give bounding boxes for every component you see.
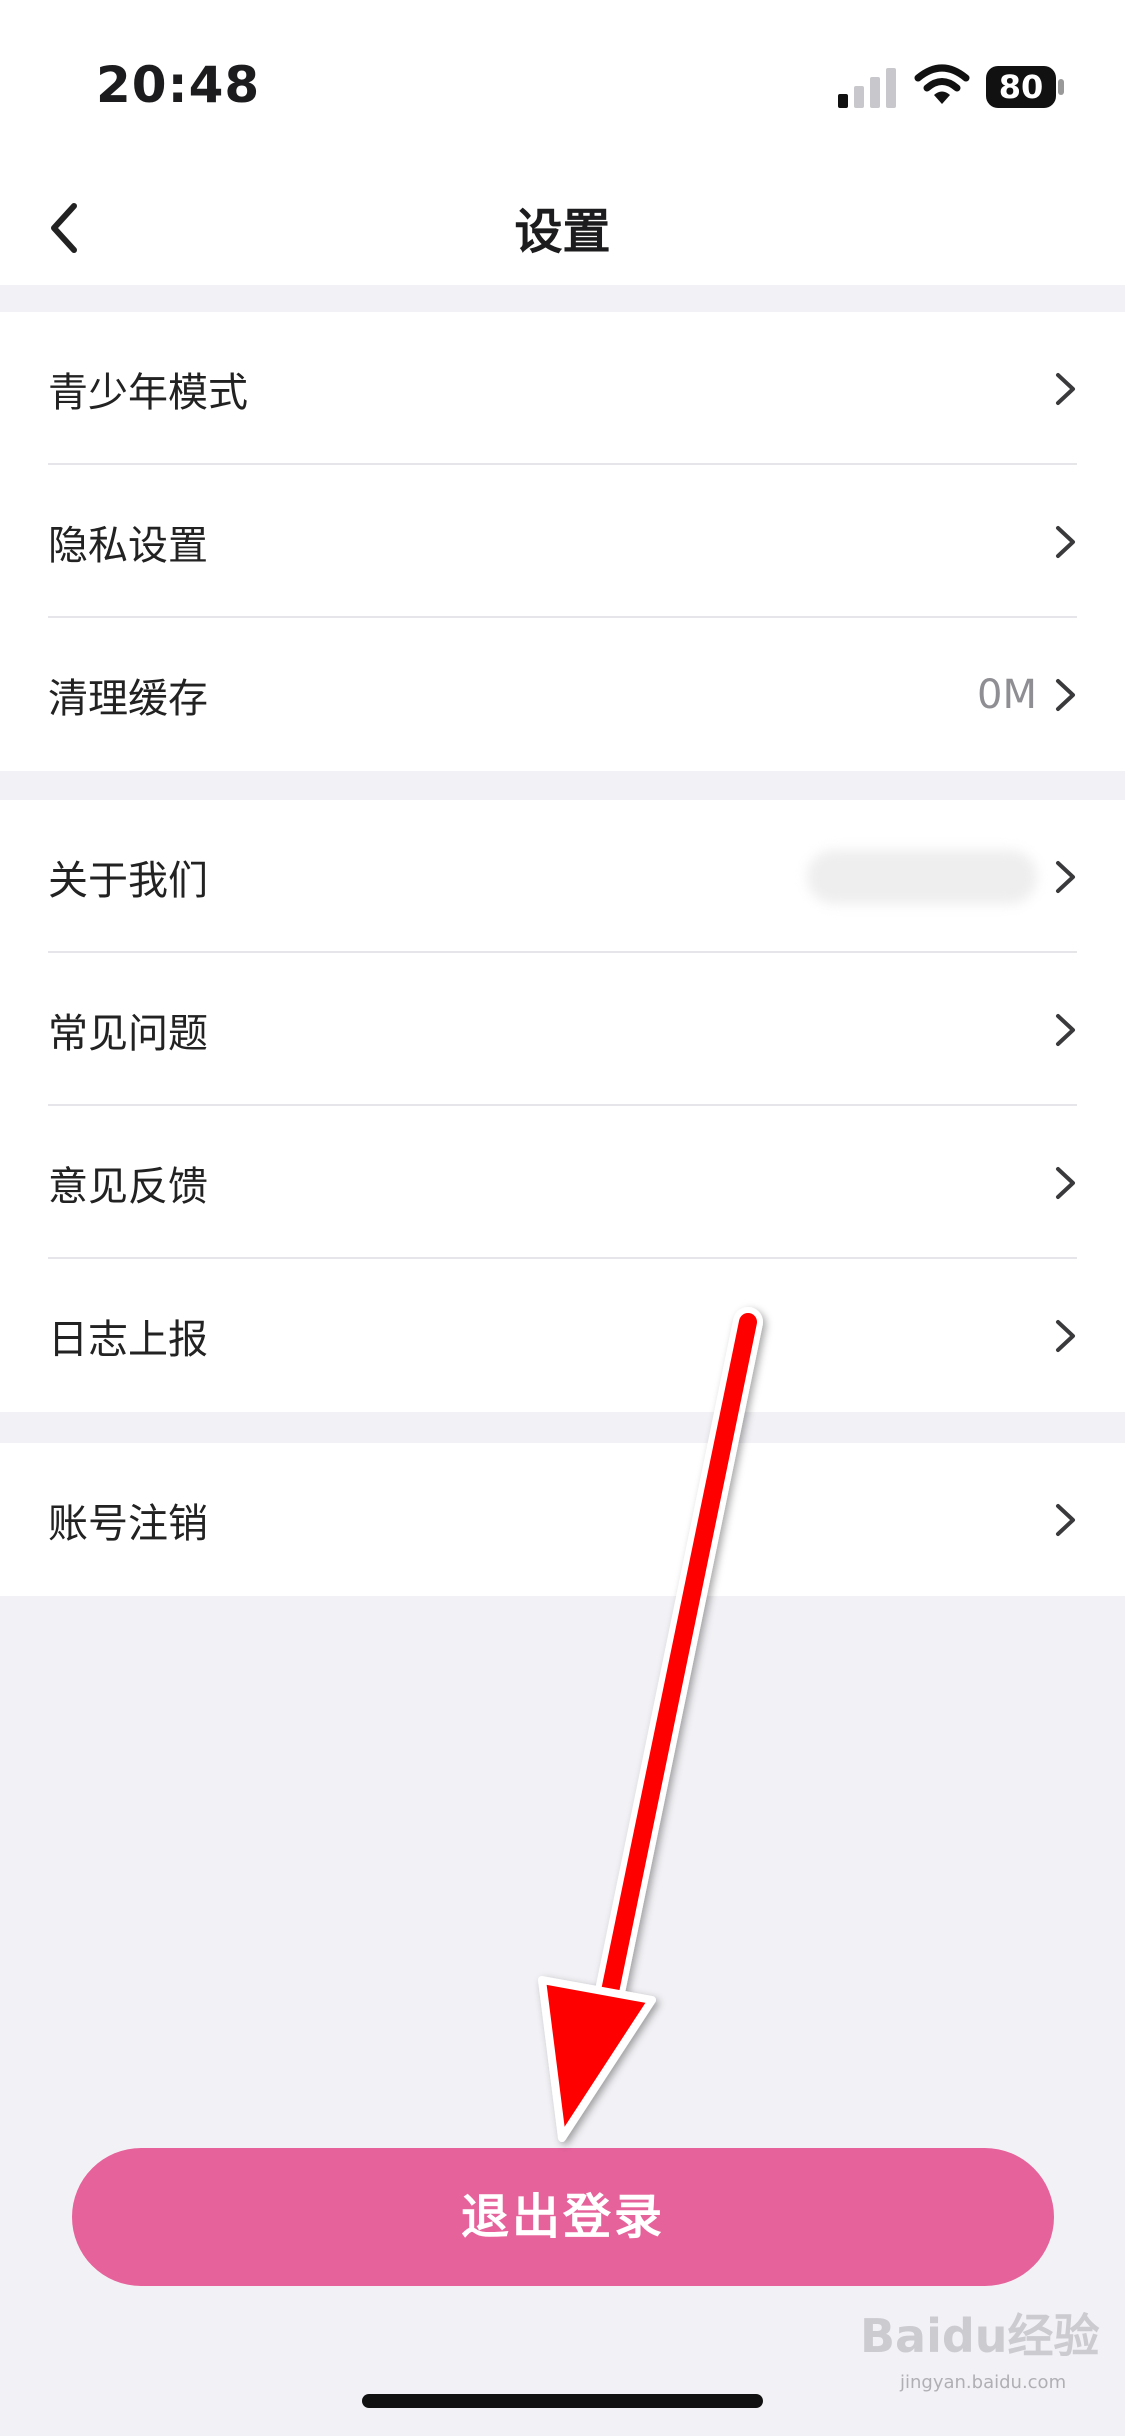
chevron-right-icon — [1056, 1503, 1075, 1536]
row-label: 关于我们 — [48, 857, 208, 904]
chevron-right-icon — [1056, 860, 1075, 893]
status-bar: 20:48 80 — [0, 0, 1125, 170]
battery-cap — [1058, 79, 1064, 95]
nav-bar: 设置 — [0, 170, 1125, 285]
baidu-jingyan-watermark: Baidu经验 — [860, 2309, 1100, 2363]
chevron-right-icon — [1056, 372, 1075, 405]
status-time: 20:48 — [96, 56, 261, 114]
settings-row-log-report[interactable]: 日志上报 — [0, 1259, 1125, 1412]
chevron-right-icon — [1056, 1319, 1075, 1352]
cellular-signal-icon — [838, 68, 896, 108]
chevron-right-icon — [1056, 678, 1075, 711]
settings-row-feedback[interactable]: 意见反馈 — [0, 1106, 1125, 1259]
chevron-right-icon — [1056, 525, 1075, 558]
settings-row-clear-cache[interactable]: 清理缓存 0M — [0, 618, 1125, 771]
settings-group-3: 账号注销 — [0, 1443, 1125, 1596]
settings-group-2: 关于我们 常见问题 意见反馈 日志上报 — [0, 800, 1125, 1412]
settings-group-1: 青少年模式 隐私设置 清理缓存 0M — [0, 312, 1125, 771]
settings-row-delete-account[interactable]: 账号注销 — [0, 1443, 1125, 1596]
settings-row-privacy[interactable]: 隐私设置 — [0, 465, 1125, 618]
chevron-right-icon — [1056, 1166, 1075, 1199]
chevron-right-icon — [1056, 1013, 1075, 1046]
settings-row-teen-mode[interactable]: 青少年模式 — [0, 312, 1125, 465]
page-title: 设置 — [514, 204, 611, 260]
cache-size-value: 0M — [977, 671, 1037, 718]
wifi-icon — [914, 64, 970, 104]
row-label: 账号注销 — [48, 1500, 208, 1547]
battery-level: 80 — [986, 66, 1056, 108]
home-indicator — [362, 2394, 763, 2408]
watermark-url: jingyan.baidu.com — [900, 2372, 1067, 2393]
row-label: 青少年模式 — [48, 369, 248, 416]
blurred-version-info — [807, 849, 1037, 904]
row-label: 常见问题 — [48, 1010, 208, 1057]
settings-row-about-us[interactable]: 关于我们 — [0, 800, 1125, 953]
row-label: 清理缓存 — [48, 675, 208, 722]
row-label: 隐私设置 — [48, 522, 208, 569]
logout-button[interactable]: 退出登录 — [72, 2148, 1054, 2286]
battery-icon: 80 — [986, 66, 1066, 108]
row-label: 日志上报 — [48, 1316, 208, 1363]
row-label: 意见反馈 — [48, 1163, 208, 1210]
settings-row-faq[interactable]: 常见问题 — [0, 953, 1125, 1106]
